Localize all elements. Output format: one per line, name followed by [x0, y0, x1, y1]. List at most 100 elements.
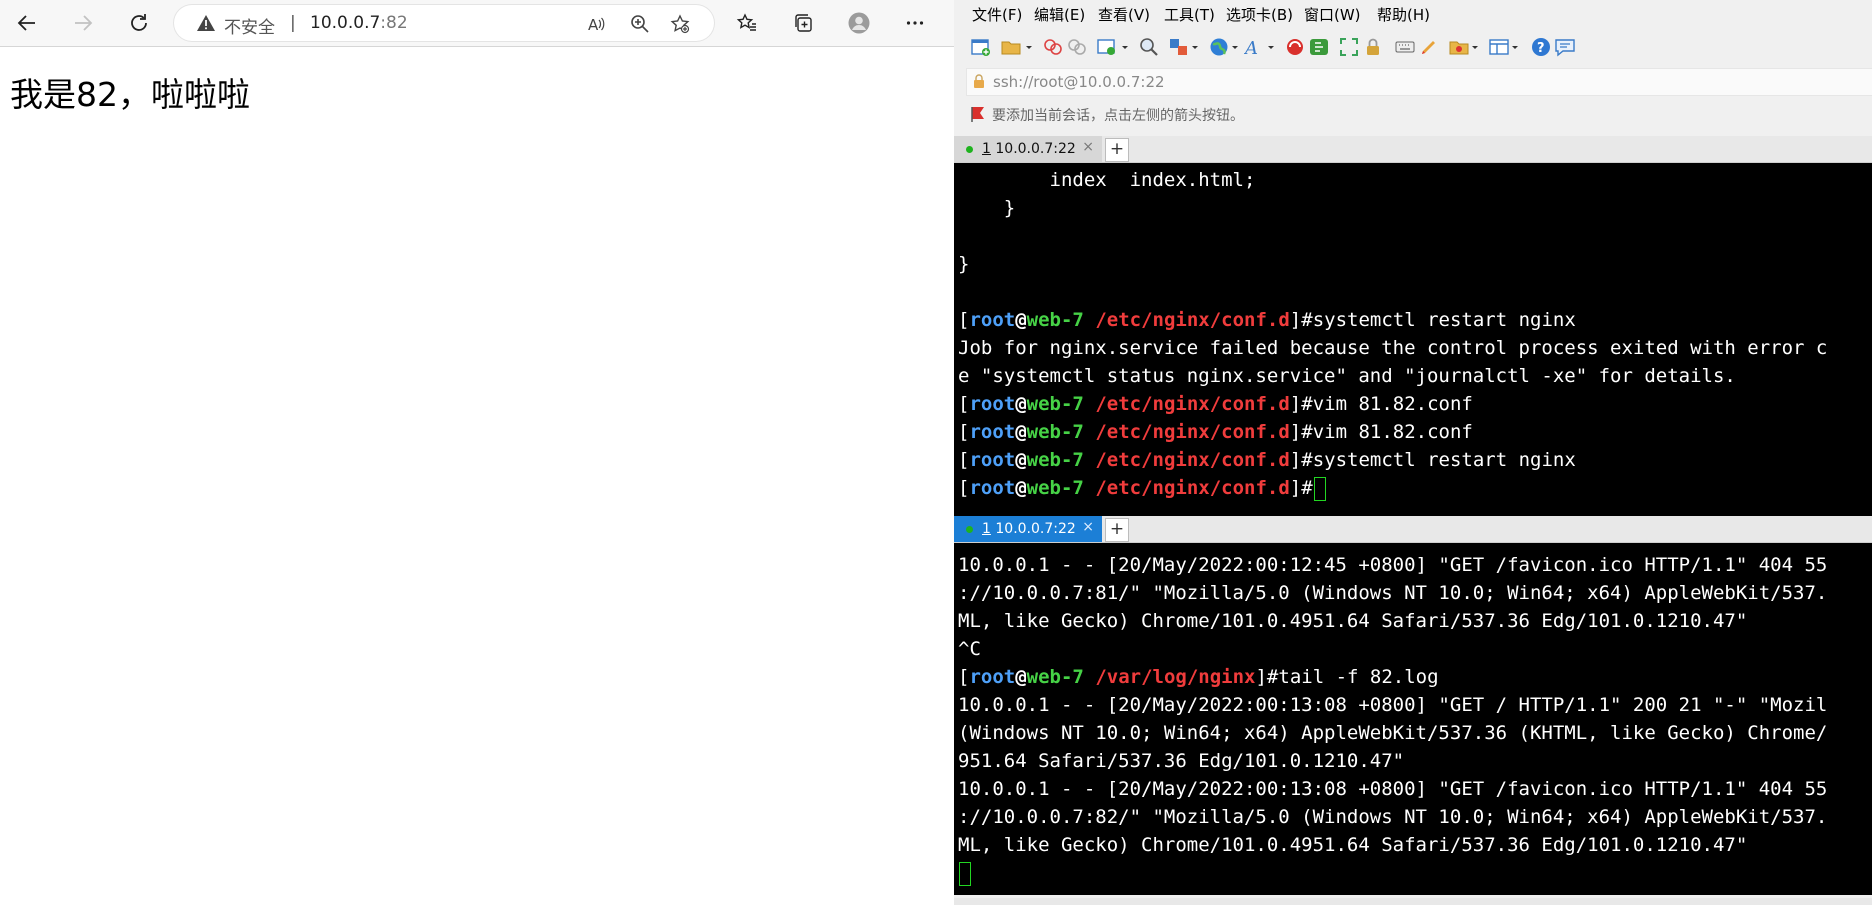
tab-strip-bottom: 1 10.0.0.7:22 × + — [954, 516, 1872, 543]
connected-status-icon — [966, 146, 973, 153]
menu-file[interactable]: 文件(F) — [972, 4, 1022, 25]
chevron-down-icon[interactable] — [1470, 36, 1480, 58]
menu-tabs[interactable]: 选项卡(B) — [1226, 4, 1293, 25]
terminal-top[interactable]: index index.html; }} [root@web-7 /etc/ngi… — [954, 163, 1872, 516]
url-text[interactable]: 10.0.0.7:82 — [310, 13, 408, 33]
properties-icon[interactable] — [1096, 36, 1118, 58]
tab-close-icon[interactable]: × — [1082, 139, 1094, 155]
terminal-line: Job for nginx.service failed because the… — [954, 334, 1872, 362]
svg-text:A: A — [588, 16, 599, 34]
tab-close-icon[interactable]: × — [1082, 519, 1094, 535]
refresh-button[interactable] — [122, 6, 156, 40]
collections-button[interactable] — [786, 6, 820, 40]
prompt-command: vim 81.82.conf — [1312, 393, 1473, 415]
font-icon[interactable]: A — [1244, 36, 1266, 58]
disconnect-icon[interactable] — [1066, 36, 1088, 58]
prompt-at: @ — [1015, 449, 1027, 471]
prompt-bracket: ]# — [1289, 421, 1313, 443]
prompt-bracket: ]# — [1255, 666, 1279, 688]
session-address-bar[interactable]: ssh://root@10.0.0.7:22 — [966, 68, 1872, 96]
search-icon[interactable] — [1138, 36, 1160, 58]
back-button[interactable] — [10, 6, 44, 40]
prompt-at: @ — [1015, 666, 1027, 688]
prompt-host: web-7 — [1026, 421, 1084, 443]
layout-icon[interactable] — [1488, 36, 1510, 58]
forward-button[interactable] — [66, 6, 100, 40]
status-bar — [954, 898, 1872, 905]
menu-tools[interactable]: 工具(T) — [1164, 4, 1215, 25]
bookmark-arrow-icon[interactable] — [970, 106, 986, 122]
prompt-command: tail -f 82.log — [1278, 666, 1439, 688]
new-session-icon[interactable] — [970, 36, 992, 58]
prompt-path: /etc/nginx/conf.d — [1095, 449, 1290, 471]
chevron-down-icon[interactable] — [1024, 36, 1034, 58]
terminal-text: index index.html; — [958, 169, 1256, 191]
more-button[interactable] — [898, 6, 932, 40]
chevron-down-icon[interactable] — [1266, 36, 1276, 58]
prompt-host: web-7 — [1026, 666, 1084, 688]
menu-view[interactable]: 查看(V) — [1098, 4, 1150, 25]
menu-help[interactable]: 帮助(H) — [1377, 4, 1430, 25]
terminal-line: [root@web-7 /var/log/nginx]#tail -f 82.l… — [954, 663, 1872, 691]
xftp-icon[interactable] — [1308, 36, 1330, 58]
add-favorite-icon[interactable] — [670, 14, 690, 34]
prompt-bracket: ]# — [1289, 449, 1313, 471]
favorites-button[interactable] — [730, 6, 764, 40]
prompt-bracket: [ — [958, 477, 970, 499]
terminal-text: } — [958, 253, 970, 275]
prompt-host: web-7 — [1026, 393, 1084, 415]
xshell-toolbar: A ? — [954, 32, 1872, 62]
chevron-down-icon[interactable] — [1510, 36, 1520, 58]
back-arrow-icon — [17, 15, 35, 31]
prompt-bracket: [ — [958, 666, 970, 688]
prompt-at: @ — [1015, 309, 1027, 331]
prompt-bracket: ]# — [1289, 393, 1313, 415]
terminal-cursor — [959, 861, 971, 886]
profile-button[interactable] — [842, 6, 876, 40]
prompt-path: /etc/nginx/conf.d — [1095, 309, 1290, 331]
chevron-down-icon[interactable] — [1190, 36, 1200, 58]
session-address-text: ssh://root@10.0.0.7:22 — [993, 73, 1165, 91]
transfer-icon[interactable] — [1168, 36, 1190, 58]
tab-session-top[interactable]: 1 10.0.0.7:22 × — [954, 136, 1102, 162]
read-aloud-icon[interactable]: A — [586, 14, 606, 34]
lock-icon[interactable] — [1362, 36, 1384, 58]
chevron-down-icon[interactable] — [1120, 36, 1130, 58]
script-folder-icon[interactable] — [1448, 36, 1470, 58]
keyboard-icon[interactable] — [1394, 36, 1416, 58]
highlight-icon[interactable] — [1418, 36, 1440, 58]
tab-session-bottom[interactable]: 1 10.0.0.7:22 × — [954, 516, 1102, 542]
new-tab-button[interactable]: + — [1105, 518, 1129, 542]
prompt-user: root — [969, 666, 1016, 688]
browser-toolbar: 不安全 | 10.0.0.7:82 A — [0, 0, 954, 47]
fullscreen-icon[interactable] — [1338, 36, 1360, 58]
terminal-line: [root@web-7 /etc/nginx/conf.d]#vim 81.82… — [954, 418, 1872, 446]
forward-arrow-icon — [75, 15, 93, 31]
open-folder-icon[interactable] — [1000, 36, 1022, 58]
terminal-line: ML, like Gecko) Chrome/101.0.4951.64 Saf… — [954, 831, 1872, 859]
terminal-bottom[interactable]: 10.0.0.1 - - [20/May/2022:00:12:45 +0800… — [954, 543, 1872, 895]
help-icon[interactable]: ? — [1530, 36, 1552, 58]
menu-window[interactable]: 窗口(W) — [1304, 4, 1361, 25]
menu-edit[interactable]: 编辑(E) — [1034, 4, 1085, 25]
terminal-text: ://10.0.0.7:81/" "Mozilla/5.0 (Windows N… — [958, 582, 1828, 604]
terminal-cursor — [1313, 476, 1326, 501]
favorites-icon — [736, 13, 756, 31]
chat-icon[interactable] — [1554, 36, 1576, 58]
zoom-icon[interactable] — [630, 14, 650, 34]
new-tab-button[interactable]: + — [1105, 138, 1129, 162]
globe-icon[interactable] — [1208, 36, 1230, 58]
terminal-line: ://10.0.0.7:81/" "Mozilla/5.0 (Windows N… — [954, 579, 1872, 607]
xshell-window: 文件(F) 编辑(E) 查看(V) 工具(T) 选项卡(B) 窗口(W) 帮助(… — [954, 0, 1872, 905]
warning-icon[interactable] — [196, 14, 216, 32]
reconnect-icon[interactable] — [1042, 36, 1064, 58]
xshell-logo-icon[interactable] — [1284, 36, 1306, 58]
terminal-line: 951.64 Safari/537.36 Edg/101.0.1210.47" — [954, 747, 1872, 775]
chevron-down-icon[interactable] — [1230, 36, 1240, 58]
avatar-icon — [848, 12, 870, 34]
terminal-line: [root@web-7 /etc/nginx/conf.d]#vim 81.82… — [954, 390, 1872, 418]
address-bar[interactable]: 不安全 | 10.0.0.7:82 A — [174, 5, 714, 41]
terminal-text: (Windows NT 10.0; Win64; x64) AppleWebKi… — [958, 722, 1828, 744]
terminal-line: index index.html; — [954, 166, 1872, 194]
